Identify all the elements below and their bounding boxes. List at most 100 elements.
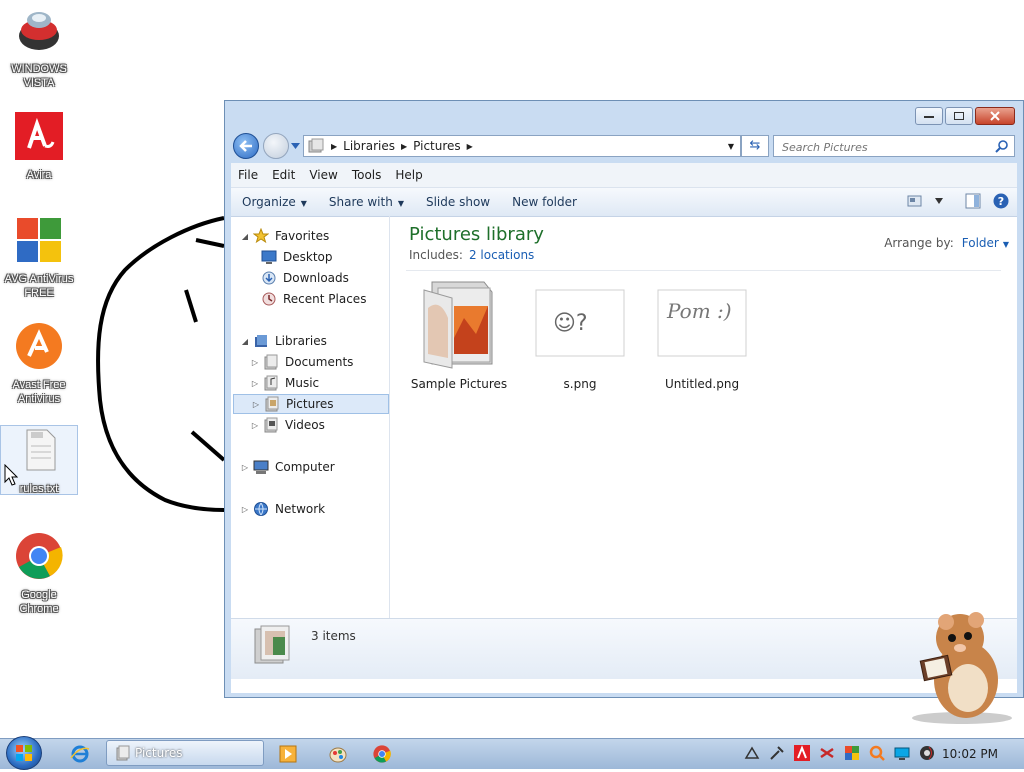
maximize-button[interactable] xyxy=(945,107,973,125)
libraries-icon xyxy=(255,335,267,347)
desktop-icon-chrome[interactable]: Google Chrome xyxy=(1,532,77,616)
documents-library-icon xyxy=(264,354,278,370)
breadcrumb-separator-icon[interactable]: ▶ xyxy=(398,142,410,151)
desktop-icon-avira[interactable]: Avira xyxy=(1,112,77,182)
menu-help[interactable]: Help xyxy=(388,168,429,182)
network-icon xyxy=(254,502,268,516)
tray-arrow-icon[interactable] xyxy=(744,745,760,761)
tray-speaker-icon[interactable] xyxy=(919,745,935,761)
nav-music-label: Music xyxy=(285,376,320,390)
collapse-arrow-icon[interactable]: ◢ xyxy=(239,337,251,346)
breadcrumb-separator-icon[interactable]: ▶ xyxy=(464,142,476,151)
help-icon[interactable]: ? xyxy=(993,193,1009,209)
navigation-bar: ▶ Libraries ▶ Pictures ▶ ▼ ⇆ xyxy=(225,131,1023,161)
organize-button[interactable]: Organize ▼ xyxy=(231,195,318,209)
svg-text:?: ? xyxy=(998,195,1004,208)
taskbar-media-player[interactable] xyxy=(268,740,308,768)
tray-avg-icon[interactable] xyxy=(844,745,860,761)
nav-downloads[interactable]: Downloads xyxy=(259,268,349,288)
nav-favorites[interactable]: ◢ Favorites xyxy=(239,226,329,246)
search-icon[interactable] xyxy=(995,139,1009,153)
organize-label: Organize xyxy=(242,195,296,209)
nav-recent-places[interactable]: Recent Places xyxy=(259,289,366,309)
file-item-s-png[interactable]: ☺? s.png xyxy=(525,278,635,391)
computer-icon xyxy=(253,460,269,474)
expand-arrow-icon[interactable]: ▷ xyxy=(249,421,261,430)
address-bar[interactable]: ▶ Libraries ▶ Pictures ▶ ▼ xyxy=(303,135,741,157)
avast-icon xyxy=(16,323,62,369)
title-bar[interactable] xyxy=(225,101,1023,131)
start-button[interactable] xyxy=(6,736,42,770)
refresh-button[interactable]: ⇆ xyxy=(741,135,769,157)
folder-icon xyxy=(423,281,493,369)
expand-arrow-icon[interactable]: ▷ xyxy=(249,379,261,388)
desktop-icon-label: Avast Free Antivirus xyxy=(12,379,66,405)
mouse-cursor-icon xyxy=(4,464,18,486)
expand-arrow-icon[interactable]: ▷ xyxy=(239,505,251,514)
hamster-mascot-icon xyxy=(912,612,1012,724)
menu-edit[interactable]: Edit xyxy=(265,168,302,182)
pictures-library-icon xyxy=(265,396,279,412)
menu-bar: File Edit View Tools Help xyxy=(231,163,1017,188)
windows-vista-icon xyxy=(19,12,59,50)
taskbar-internet-explorer[interactable] xyxy=(60,740,100,768)
pictures-library-icon xyxy=(254,625,290,664)
desktop-icon-avg[interactable]: AVG AntiVirus FREE xyxy=(1,216,77,300)
expand-arrow-icon[interactable]: ▷ xyxy=(250,400,262,409)
breadcrumb-pictures[interactable]: Pictures xyxy=(410,139,464,153)
expand-arrow-icon[interactable]: ▷ xyxy=(249,358,261,367)
breadcrumb-separator-icon[interactable]: ▶ xyxy=(328,142,340,151)
nav-pictures[interactable]: ▷ Pictures xyxy=(233,394,389,414)
desktop-icon-label: Google Chrome xyxy=(19,589,59,615)
taskbar-paint[interactable] xyxy=(318,740,358,768)
file-name: s.png xyxy=(563,377,597,391)
chrome-icon xyxy=(373,745,391,763)
arrange-by: Arrange by: Folder ▼ xyxy=(884,236,1009,250)
arrange-by-dropdown[interactable]: Folder xyxy=(962,236,999,250)
nav-computer[interactable]: ▷ Computer xyxy=(239,457,335,477)
chevron-down-icon: ▼ xyxy=(397,199,404,208)
file-item-sample-pictures[interactable]: Sample Pictures xyxy=(404,278,514,391)
menu-file[interactable]: File xyxy=(231,168,265,182)
minimize-button[interactable] xyxy=(915,107,943,125)
address-dropdown-icon[interactable]: ▼ xyxy=(728,142,734,151)
menu-view[interactable]: View xyxy=(302,168,344,182)
preview-pane-icon[interactable] xyxy=(965,193,981,209)
taskbar-task-pictures[interactable]: Pictures xyxy=(106,740,264,766)
desktop-icon-avast[interactable]: Avast Free Antivirus xyxy=(1,322,77,406)
nav-music[interactable]: ▷ Music xyxy=(249,373,319,393)
tray-avira-icon[interactable] xyxy=(794,745,810,761)
expand-arrow-icon[interactable]: ▷ xyxy=(239,463,251,472)
nav-desktop[interactable]: Desktop xyxy=(259,247,333,267)
taskbar-clock[interactable]: 10:02 PM xyxy=(942,747,998,761)
locations-link[interactable]: 2 locations xyxy=(469,248,534,262)
nav-libraries[interactable]: ◢ Libraries xyxy=(239,331,327,351)
desktop-icon-windows-vista[interactable]: WINDOWS VISTA xyxy=(1,6,77,90)
share-with-button[interactable]: Share with ▼ xyxy=(318,195,415,209)
menu-tools[interactable]: Tools xyxy=(345,168,389,182)
search-box[interactable] xyxy=(773,135,1015,157)
details-pane: 3 items xyxy=(231,618,1017,679)
windows-logo-icon xyxy=(16,745,32,761)
nav-network[interactable]: ▷ Network xyxy=(239,499,325,519)
recent-pages-chevron-icon[interactable] xyxy=(291,143,300,149)
tray-monitor-icon[interactable] xyxy=(894,745,910,761)
file-item-untitled-png[interactable]: Pom :) Untitled.png xyxy=(647,278,757,391)
tray-avast-icon[interactable] xyxy=(869,745,885,761)
view-options-chevron-icon[interactable] xyxy=(935,198,943,204)
taskbar-chrome[interactable] xyxy=(362,740,402,768)
tray-tool-icon[interactable] xyxy=(769,745,785,761)
nav-videos[interactable]: ▷ Videos xyxy=(249,415,325,435)
change-view-icon[interactable] xyxy=(907,194,923,208)
tray-antivirus-icon[interactable] xyxy=(819,745,835,761)
search-input[interactable] xyxy=(780,137,984,157)
slide-show-button[interactable]: Slide show xyxy=(415,195,501,209)
close-button[interactable] xyxy=(975,107,1015,125)
chevron-down-icon[interactable]: ▼ xyxy=(1003,240,1009,249)
back-button[interactable] xyxy=(233,133,259,159)
nav-documents[interactable]: ▷ Documents xyxy=(249,352,353,372)
forward-button[interactable] xyxy=(263,133,289,159)
new-folder-button[interactable]: New folder xyxy=(501,195,588,209)
collapse-arrow-icon[interactable]: ◢ xyxy=(239,232,251,241)
breadcrumb-libraries[interactable]: Libraries xyxy=(340,139,398,153)
